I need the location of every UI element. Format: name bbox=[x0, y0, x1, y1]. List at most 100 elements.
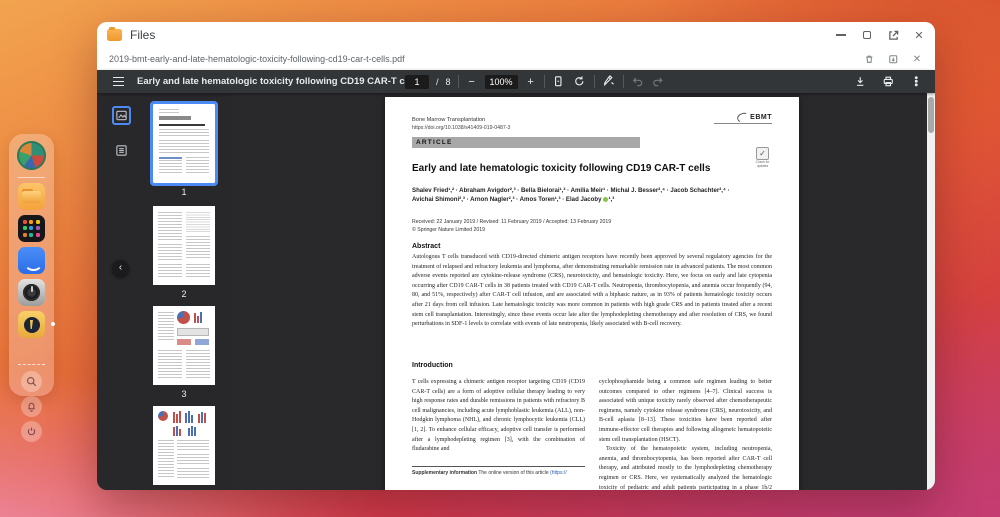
thumbnail-panel: 1 2 bbox=[97, 93, 233, 490]
annotate-button[interactable] bbox=[602, 75, 616, 89]
copyright-line: © Springer Nature Limited 2019 bbox=[412, 227, 485, 233]
authors-line-1: Shalev Fried¹,² · Abraham Avigdor²,³ · B… bbox=[412, 187, 730, 194]
download-button[interactable] bbox=[853, 75, 867, 89]
viewer-scrollbar[interactable] bbox=[927, 93, 935, 490]
two-column-body: T cells expressing a chimeric antigen re… bbox=[412, 378, 772, 490]
ebmt-logo: EBMT bbox=[714, 113, 772, 126]
files-app-icon[interactable] bbox=[18, 183, 45, 210]
redo-icon bbox=[652, 75, 665, 88]
thumbnail-view-toggle[interactable] bbox=[112, 106, 131, 125]
fit-page-icon bbox=[552, 75, 565, 88]
more-options-button[interactable] bbox=[909, 75, 923, 89]
window-title: Files bbox=[130, 28, 155, 42]
bell-icon bbox=[26, 401, 37, 412]
doi-link[interactable]: https://doi.org/10.1038/s41409-019-0487-… bbox=[412, 125, 510, 131]
menu-button[interactable] bbox=[111, 75, 125, 89]
settings-dial-app-icon[interactable] bbox=[18, 279, 45, 306]
thumbnail-page-4-preview bbox=[153, 406, 215, 485]
delete-file-button[interactable] bbox=[863, 53, 875, 65]
collapse-sidebar-button[interactable]: ‹ bbox=[112, 260, 129, 277]
ebmt-logo-subtext bbox=[714, 123, 772, 126]
page-total: 8 bbox=[446, 77, 451, 87]
open-in-new-button[interactable] bbox=[887, 29, 899, 41]
article-type-bar: ARTICLE bbox=[412, 137, 640, 148]
intro-paragraph-2: cyclophosphamide being a common safe reg… bbox=[599, 378, 772, 445]
fit-page-button[interactable] bbox=[552, 75, 566, 89]
journal-name: Bone Marrow Transplantation bbox=[412, 117, 485, 123]
dock-divider bbox=[18, 177, 45, 178]
undo-button[interactable] bbox=[631, 75, 645, 89]
supplementary-label: Supplementary information bbox=[412, 470, 477, 476]
page-number-input[interactable]: 1 bbox=[405, 75, 429, 89]
print-icon bbox=[882, 75, 895, 88]
torch-app-icon[interactable] bbox=[18, 311, 45, 338]
paper-authors: Shalev Fried¹,² · Abraham Avigdor²,³ · B… bbox=[412, 186, 772, 205]
abstract-text: Autologous T cells transduced with CD19-… bbox=[412, 253, 772, 330]
dock-divider-dashed bbox=[18, 364, 45, 365]
power-icon bbox=[26, 426, 37, 437]
document-area: Bone Marrow Transplantation https://doi.… bbox=[233, 93, 935, 490]
files-window: Files ✕ 2019-bmt-early-and-late-hematolo… bbox=[97, 22, 935, 490]
document-tab[interactable]: 2019-bmt-early-and-late-hematologic-toxi… bbox=[97, 48, 935, 70]
print-button[interactable] bbox=[881, 75, 895, 89]
zoom-in-button[interactable]: + bbox=[525, 76, 537, 88]
save-file-button[interactable] bbox=[887, 53, 899, 65]
ebmt-swoosh-icon bbox=[736, 111, 750, 124]
left-column: T cells expressing a chimeric antigen re… bbox=[412, 378, 585, 490]
undo-icon bbox=[631, 75, 644, 88]
app-grid-icon[interactable] bbox=[18, 215, 45, 242]
search-button[interactable] bbox=[21, 371, 42, 392]
zoom-level-input[interactable]: 100% bbox=[485, 75, 518, 89]
dock bbox=[9, 134, 54, 396]
thumbnail-page-4[interactable]: 4 bbox=[150, 406, 218, 490]
introduction-heading: Introduction bbox=[412, 362, 453, 369]
download-icon bbox=[854, 75, 867, 88]
thumbnail-page-3[interactable]: 3 bbox=[150, 306, 218, 399]
desktop: Files ✕ 2019-bmt-early-and-late-hematolo… bbox=[0, 0, 1000, 517]
received-dates: Received: 22 January 2019 / Revised: 11 … bbox=[412, 219, 611, 225]
maximize-button[interactable] bbox=[861, 29, 873, 41]
rotate-icon bbox=[573, 75, 586, 88]
authors-line-2: Avichai Shimoni²,³ · Arnon Nagler²,³ · A… bbox=[412, 196, 602, 203]
page-divider: / bbox=[436, 77, 439, 87]
supplementary-text: The online version of this article bbox=[477, 470, 550, 476]
thumbnail-page-4-number: 4 bbox=[150, 489, 218, 490]
notifications-button[interactable] bbox=[21, 396, 42, 417]
close-tab-button[interactable]: ✕ bbox=[911, 53, 923, 65]
hamburger-icon bbox=[113, 77, 124, 86]
thumbnail-page-2[interactable]: 2 bbox=[150, 206, 218, 299]
thumbnail-page-3-number: 3 bbox=[150, 389, 218, 399]
thumbnail-page-1[interactable]: 1 bbox=[150, 104, 218, 197]
window-titlebar[interactable]: Files ✕ bbox=[97, 22, 935, 48]
close-window-button[interactable]: ✕ bbox=[913, 29, 925, 41]
authors-line-2-sup: ¹,³ bbox=[609, 196, 615, 203]
toolbar-separator bbox=[594, 75, 595, 88]
minimize-button[interactable] bbox=[835, 29, 847, 41]
pdf-page-1: Bone Marrow Transplantation https://doi.… bbox=[385, 97, 799, 490]
orcid-icon[interactable] bbox=[603, 197, 608, 202]
toolbar-separator bbox=[544, 75, 545, 88]
trash-icon bbox=[864, 54, 875, 65]
app-grid-dots bbox=[23, 220, 40, 237]
power-button[interactable] bbox=[21, 421, 42, 442]
toolbar-separator bbox=[623, 75, 624, 88]
files-folder-icon bbox=[107, 29, 122, 41]
pdf-doc-title: Early and late hematologic toxicity foll… bbox=[137, 76, 420, 87]
rotate-button[interactable] bbox=[573, 75, 587, 89]
chat-app-icon[interactable] bbox=[18, 247, 45, 274]
outline-view-icon bbox=[115, 144, 128, 157]
supplementary-link[interactable]: (https:// bbox=[550, 470, 567, 476]
outline-view-toggle[interactable] bbox=[112, 141, 131, 160]
active-app-indicator bbox=[51, 322, 55, 326]
pdf-viewer: 1 2 bbox=[97, 93, 935, 490]
paper-title: Early and late hematologic toxicity foll… bbox=[412, 163, 772, 174]
redo-button[interactable] bbox=[652, 75, 666, 89]
intro-paragraph-3: Toxicity of the hematopoietic system, in… bbox=[599, 445, 772, 490]
zoom-out-button[interactable]: − bbox=[466, 76, 478, 88]
app-logo-icon[interactable] bbox=[17, 141, 46, 170]
thumbnail-page-1-number: 1 bbox=[150, 187, 218, 197]
scrollbar-thumb[interactable] bbox=[928, 97, 934, 133]
pdf-toolbar: Early and late hematologic toxicity foll… bbox=[97, 70, 935, 93]
right-column: cyclophosphamide being a common safe reg… bbox=[599, 378, 772, 490]
thumbnail-page-2-number: 2 bbox=[150, 289, 218, 299]
